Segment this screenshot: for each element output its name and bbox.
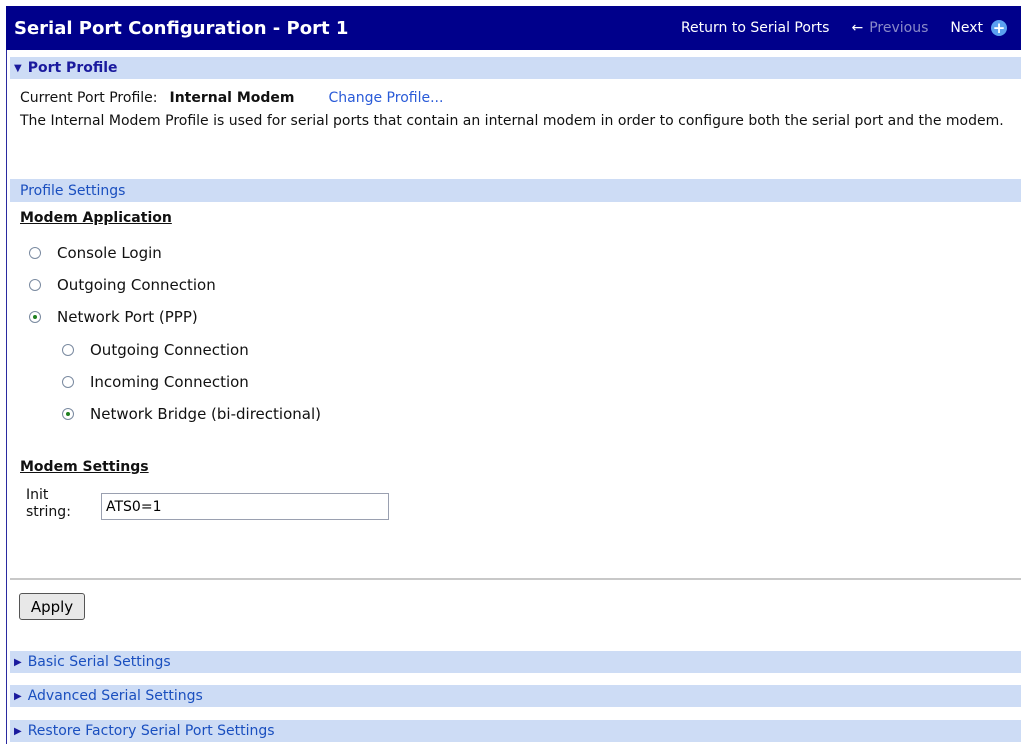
init-label-line1: Init: [26, 487, 49, 503]
apply-button[interactable]: Apply: [19, 593, 85, 620]
radio-selected-icon[interactable]: [62, 408, 74, 420]
current-profile-row: Current Port Profile: Internal Modem Chang…: [20, 90, 443, 106]
plus-icon[interactable]: +: [991, 20, 1007, 36]
restore-factory-settings-header[interactable]: ▶ Restore Factory Serial Port Settings: [10, 720, 1021, 742]
radio-outgoing-connection[interactable]: Outgoing Connection: [29, 276, 216, 294]
modem-settings-heading: Modem Settings: [20, 459, 149, 475]
init-string-label: Init string:: [26, 487, 71, 521]
radio-label: Console Login: [57, 244, 162, 262]
radio-circle-icon[interactable]: [62, 376, 74, 388]
radio-console-login[interactable]: Console Login: [29, 244, 162, 262]
arrow-left-icon[interactable]: ←: [851, 20, 863, 36]
title-bar: Serial Port Configuration - Port 1 Retur…: [6, 6, 1021, 50]
section-label: Restore Factory Serial Port Settings: [27, 723, 275, 739]
radio-circle-icon[interactable]: [62, 344, 74, 356]
advanced-serial-settings-header[interactable]: ▶ Advanced Serial Settings: [10, 685, 1021, 707]
radio-ppp-incoming[interactable]: Incoming Connection: [62, 373, 249, 391]
radio-label: Outgoing Connection: [90, 341, 249, 359]
radio-circle-icon[interactable]: [29, 279, 41, 291]
init-string-input[interactable]: [101, 493, 389, 520]
radio-label: Incoming Connection: [90, 373, 249, 391]
radio-network-port-ppp[interactable]: Network Port (PPP): [29, 308, 198, 326]
triangle-right-icon: ▶: [14, 656, 22, 668]
port-profile-header[interactable]: ▼ Port Profile: [10, 57, 1021, 79]
return-to-serial-ports-link[interactable]: Return to Serial Ports: [681, 20, 830, 36]
previous-link[interactable]: Previous: [869, 20, 928, 36]
radio-label: Network Port (PPP): [57, 308, 198, 326]
triangle-right-icon: ▶: [14, 690, 22, 702]
section-label: Advanced Serial Settings: [27, 688, 203, 704]
profile-settings-heading: Profile Settings: [20, 182, 126, 199]
port-profile-heading: Port Profile: [27, 60, 118, 76]
radio-ppp-network-bridge[interactable]: Network Bridge (bi-directional): [62, 405, 321, 423]
divider: [10, 578, 1021, 580]
current-profile-label: Current Port Profile:: [20, 90, 158, 106]
radio-label: Network Bridge (bi-directional): [90, 405, 321, 423]
profile-description: The Internal Modem Profile is used for s…: [20, 113, 1004, 129]
radio-selected-icon[interactable]: [29, 311, 41, 323]
basic-serial-settings-header[interactable]: ▶ Basic Serial Settings: [10, 651, 1021, 673]
section-label: Basic Serial Settings: [27, 654, 171, 670]
change-profile-link[interactable]: Change Profile...: [329, 90, 444, 106]
radio-ppp-outgoing[interactable]: Outgoing Connection: [62, 341, 249, 359]
init-label-line2: string:: [26, 504, 71, 520]
triangle-down-icon: ▼: [14, 62, 22, 74]
radio-circle-icon[interactable]: [29, 247, 41, 259]
radio-label: Outgoing Connection: [57, 276, 216, 294]
page-title: Serial Port Configuration - Port 1: [14, 17, 349, 39]
triangle-right-icon: ▶: [14, 725, 22, 737]
current-profile-value: Internal Modem: [169, 90, 295, 106]
modem-application-heading: Modem Application: [20, 210, 172, 226]
next-link[interactable]: Next: [950, 20, 983, 36]
profile-settings-header: Profile Settings: [10, 179, 1021, 202]
